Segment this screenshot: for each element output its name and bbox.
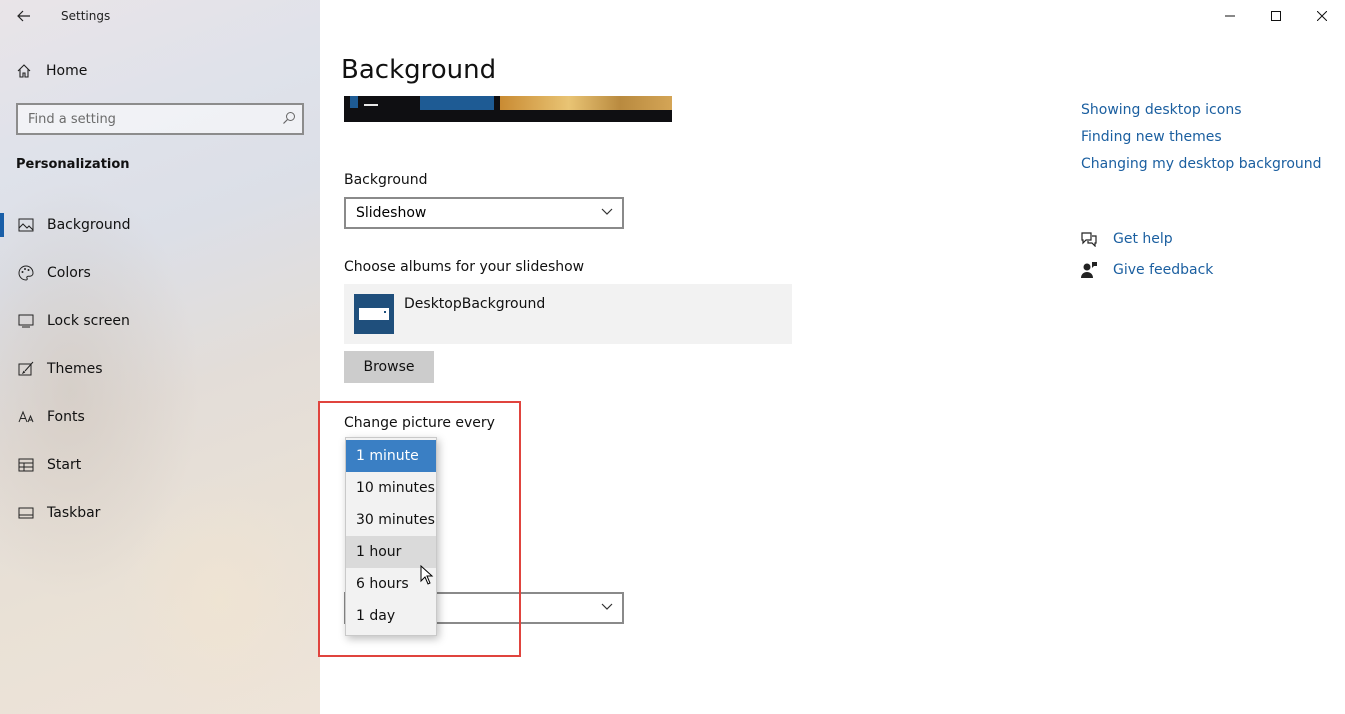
minimize-icon: [1225, 15, 1235, 17]
feedback-icon: [1081, 261, 1097, 278]
preview-taskbar-line: [364, 104, 378, 106]
preview-tile-group: [420, 96, 494, 110]
home-label: Home: [46, 63, 88, 79]
back-arrow-icon: [17, 10, 30, 22]
link-showing-desktop-icons[interactable]: Showing desktop icons: [1081, 102, 1322, 120]
sidebar-item-start[interactable]: Start: [0, 441, 320, 489]
sidebar-item-themes[interactable]: Themes: [0, 345, 320, 393]
search-icon: [283, 112, 295, 124]
search-box[interactable]: [16, 103, 304, 135]
get-help-link[interactable]: Get help: [1080, 223, 1213, 254]
highlight-box: [318, 401, 521, 657]
sidebar-item-label: Themes: [47, 361, 103, 377]
sidebar-item-lock-screen[interactable]: Lock screen: [0, 297, 320, 345]
home-link[interactable]: Home: [16, 63, 87, 79]
link-finding-new-themes[interactable]: Finding new themes: [1081, 129, 1322, 147]
browse-button[interactable]: Browse: [344, 351, 434, 383]
album-name: DesktopBackground: [404, 296, 546, 312]
background-label: Background: [344, 172, 428, 188]
background-dropdown-value: Slideshow: [356, 205, 427, 221]
chevron-down-icon: [601, 603, 613, 610]
get-help-label: Get help: [1113, 230, 1173, 247]
title-bar: Settings: [0, 0, 320, 32]
sidebar-nav: Background Colors Lock screen Themes Fon…: [0, 201, 320, 537]
sidebar-item-label: Start: [47, 457, 82, 473]
related-links: Showing desktop icons Finding new themes…: [1081, 102, 1322, 183]
preview-tile: [350, 96, 358, 108]
sidebar-item-label: Lock screen: [47, 313, 130, 329]
sidebar-item-label: Background: [47, 217, 131, 233]
app-title: Settings: [61, 9, 111, 23]
give-feedback-link[interactable]: Give feedback: [1080, 254, 1213, 285]
background-preview: [344, 96, 672, 122]
close-button[interactable]: [1299, 0, 1345, 32]
mouse-cursor-icon: [420, 565, 434, 585]
minimize-button[interactable]: [1207, 0, 1253, 32]
chevron-down-icon: [601, 208, 613, 215]
give-feedback-label: Give feedback: [1113, 261, 1214, 278]
sidebar-item-taskbar[interactable]: Taskbar: [0, 489, 320, 537]
sidebar-item-label: Taskbar: [47, 505, 101, 521]
window-controls: [1207, 0, 1345, 32]
palette-icon: [18, 265, 34, 281]
background-dropdown[interactable]: Slideshow: [344, 197, 624, 229]
lock-screen-icon: [18, 313, 34, 329]
brush-icon: [18, 361, 34, 377]
preview-image: [500, 96, 672, 110]
folder-thumbnail: [354, 294, 394, 334]
picture-icon: [18, 217, 34, 233]
sidebar-item-fonts[interactable]: Fonts: [0, 393, 320, 441]
start-icon: [18, 457, 34, 473]
album-item[interactable]: DesktopBackground: [344, 284, 792, 344]
sidebar-item-colors[interactable]: Colors: [0, 249, 320, 297]
search-input[interactable]: [18, 105, 273, 133]
link-changing-desktop-background[interactable]: Changing my desktop background: [1081, 156, 1322, 174]
home-icon: [17, 64, 31, 78]
taskbar-icon: [18, 505, 34, 521]
help-section: Get help Give feedback: [1080, 223, 1213, 285]
section-title: Personalization: [16, 157, 130, 172]
sidebar-item-label: Colors: [47, 265, 91, 281]
maximize-icon: [1271, 11, 1281, 21]
font-icon: [18, 409, 34, 425]
albums-label: Choose albums for your slideshow: [344, 259, 585, 275]
back-button[interactable]: [10, 4, 38, 28]
sidebar-item-background[interactable]: Background: [0, 201, 320, 249]
sidebar: Settings Home Personalization Background…: [0, 0, 320, 714]
sidebar-item-label: Fonts: [47, 409, 85, 425]
chat-help-icon: [1081, 231, 1097, 247]
folder-icon: [359, 308, 389, 320]
maximize-button[interactable]: [1253, 0, 1299, 32]
close-icon: [1317, 11, 1327, 21]
page-title: Background: [341, 55, 497, 85]
